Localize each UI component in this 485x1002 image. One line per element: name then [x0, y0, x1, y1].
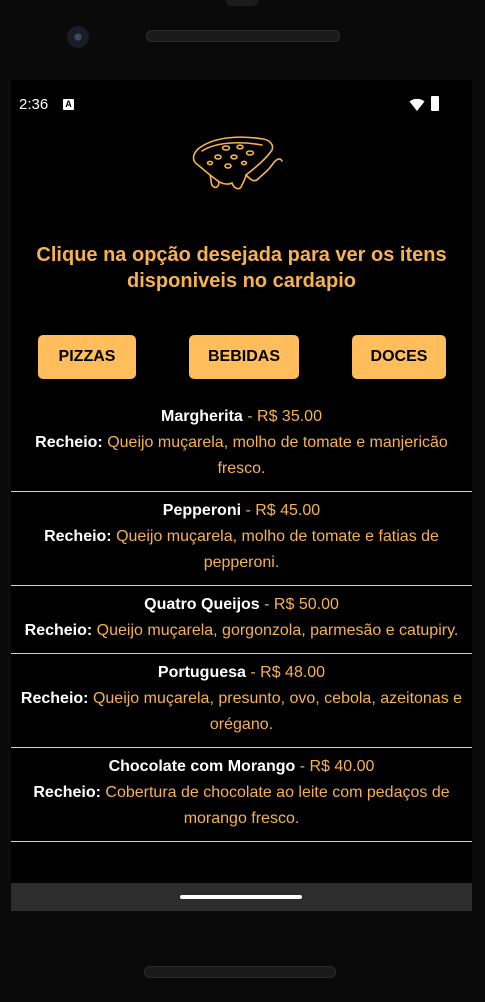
- item-price: - R$ 50.00: [259, 596, 339, 613]
- device-notch: [225, 0, 259, 6]
- filling-description: Queijo muçarela, gorgonzola, parmesão e …: [92, 622, 459, 639]
- menu-item: Pepperoni - R$ 45.00 Recheio: Queijo muç…: [11, 492, 472, 586]
- bottom-speaker: [144, 966, 336, 978]
- item-name: Chocolate com Morango: [108, 758, 296, 775]
- item-name: Pepperoni: [162, 502, 242, 519]
- item-price: - R$ 35.00: [242, 408, 322, 425]
- pizza-slice-icon: [192, 136, 283, 190]
- menu-item: Chocolate com Morango - R$ 40.00 Recheio…: [11, 748, 472, 842]
- filling-description: Queijo muçarela, molho de tomate e fatia…: [111, 528, 439, 571]
- item-name: Portuguesa: [157, 664, 246, 681]
- home-gesture-handle[interactable]: [180, 895, 302, 899]
- device-frame: 2:36 A Clique na opção desejada para ver…: [0, 0, 485, 1002]
- filling-label: Recheio:: [44, 528, 112, 545]
- item-name: Margherita: [161, 408, 243, 425]
- doces-button[interactable]: DOCES: [352, 335, 446, 379]
- camera-icon: [67, 26, 89, 48]
- instruction-heading: Clique na opção desejada para ver os ite…: [36, 244, 447, 292]
- bebidas-button[interactable]: BEBIDAS: [189, 335, 299, 379]
- filling-label: Recheio:: [24, 622, 93, 639]
- item-price: - R$ 48.00: [245, 664, 326, 681]
- earpiece-speaker: [146, 30, 340, 42]
- item-name: Quatro Queijos: [144, 596, 260, 613]
- menu-list: Margherita - R$ 35.00 Recheio: Queijo mu…: [11, 398, 472, 842]
- wifi-icon: [409, 98, 425, 111]
- filling-description: Cobertura de chocolate ao leite com peda…: [100, 784, 450, 827]
- filling-description: Queijo muçarela, molho de tomate e manje…: [102, 434, 448, 477]
- status-time: 2:36: [19, 96, 49, 113]
- menu-item: Portuguesa - R$ 48.00 Recheio: Queijo mu…: [11, 654, 472, 748]
- item-price: - R$ 45.00: [241, 502, 321, 519]
- pizzas-button[interactable]: PIZZAS: [38, 335, 136, 379]
- gesture-nav-bar: [11, 883, 472, 911]
- menu-item: Margherita - R$ 35.00 Recheio: Queijo mu…: [11, 398, 472, 492]
- status-bar: 2:36 A: [11, 80, 472, 128]
- filling-description: Queijo muçarela, presunto, ovo, cebola, …: [88, 690, 463, 733]
- filling-label: Recheio:: [33, 784, 101, 801]
- filling-label: Recheio:: [35, 434, 103, 451]
- battery-icon: [431, 96, 439, 111]
- menu-item: Quatro Queijos - R$ 50.00 Recheio: Queij…: [11, 586, 472, 654]
- app-screen: 2:36 A Clique na opção desejada para ver…: [11, 80, 472, 911]
- item-price: - R$ 40.00: [295, 758, 375, 775]
- notification-a-icon: A: [63, 99, 74, 110]
- filling-label: Recheio:: [20, 690, 89, 707]
